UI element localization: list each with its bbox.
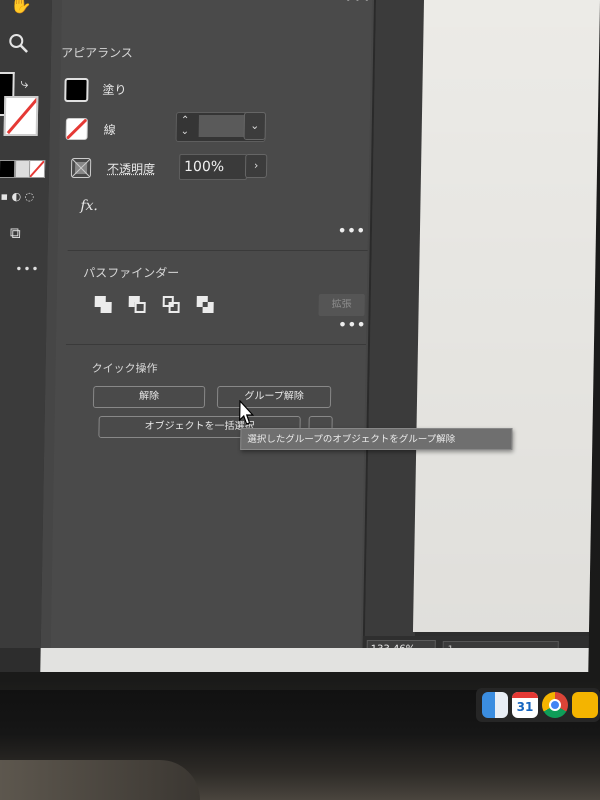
pathfinder-title: パスファインダー — [83, 266, 180, 280]
chrome-icon[interactable] — [542, 692, 568, 718]
hand-tool-icon[interactable]: ✋ — [10, 0, 33, 15]
photo-frame: ✋ ⤷ ▪ ◐ ◌ ⧉ ••• ••• アピアランス 塗り — [0, 0, 600, 800]
stroke-swatch-icon[interactable] — [65, 118, 88, 140]
stroke-weight-dropdown[interactable]: ⌄ — [243, 112, 267, 140]
swap-colors-icon[interactable]: ⤷ — [20, 76, 28, 92]
fill-label: 塗り — [102, 83, 127, 97]
stroke-label: 線 — [103, 123, 116, 137]
minus-front-icon[interactable] — [128, 296, 147, 314]
screen: ✋ ⤷ ▪ ◐ ◌ ⧉ ••• ••• アピアランス 塗り — [0, 0, 600, 672]
exclude-icon[interactable] — [196, 296, 215, 314]
expand-button[interactable]: 拡張 — [318, 294, 365, 316]
opacity-more-button[interactable]: › — [244, 154, 268, 178]
stepper-arrows-icon[interactable]: ⌃ ⌄ — [181, 115, 190, 137]
appearance-title: アピアランス — [60, 46, 133, 60]
opacity-label[interactable]: 不透明度 — [107, 160, 155, 177]
divider — [65, 344, 366, 345]
draw-mode-icon[interactable]: ▪ ◐ ◌ — [0, 190, 34, 203]
fx-icon[interactable]: fx. — [80, 198, 98, 214]
ungroup-button[interactable]: グループ解除 — [216, 386, 332, 408]
release-button[interactable]: 解除 — [92, 386, 206, 408]
ungroup-tooltip: 選択したグループのオブジェクトをグループ解除 — [240, 428, 513, 450]
screen-bottom-edge — [40, 648, 589, 672]
quick-actions-title: クイック操作 — [91, 362, 158, 375]
properties-panel: ••• アピアランス 塗り 線 ⌃⌄ ⌄ 不透明度 100% — [40, 0, 376, 648]
default-colors-icon[interactable] — [0, 160, 16, 178]
stroke-swatch-icon[interactable] — [3, 96, 39, 136]
opacity-icon[interactable] — [70, 158, 92, 178]
pathfinder-more-button[interactable]: ••• — [338, 318, 366, 333]
stroke-none-icon[interactable] — [28, 160, 46, 178]
intersect-icon[interactable] — [162, 296, 181, 314]
divider — [67, 250, 368, 251]
top-more-button[interactable]: ••• — [344, 0, 372, 7]
opacity-input[interactable]: 100% — [178, 154, 248, 180]
screen-mode-icon[interactable]: ⧉ — [10, 224, 21, 242]
unite-icon[interactable] — [94, 296, 113, 314]
tools-more-icon[interactable]: ••• — [15, 262, 39, 276]
appearance-more-button[interactable]: ••• — [338, 224, 366, 239]
dock: 31 — [476, 688, 600, 722]
artboard-shade — [412, 0, 600, 632]
calendar-icon[interactable]: 31 — [512, 692, 538, 718]
fill-swatch-icon[interactable] — [64, 78, 89, 102]
search-icon[interactable] — [7, 32, 29, 59]
finder-icon[interactable] — [482, 692, 508, 718]
desk-surface — [0, 760, 200, 800]
calendar-day: 31 — [516, 700, 534, 714]
notes-icon[interactable] — [572, 692, 598, 718]
